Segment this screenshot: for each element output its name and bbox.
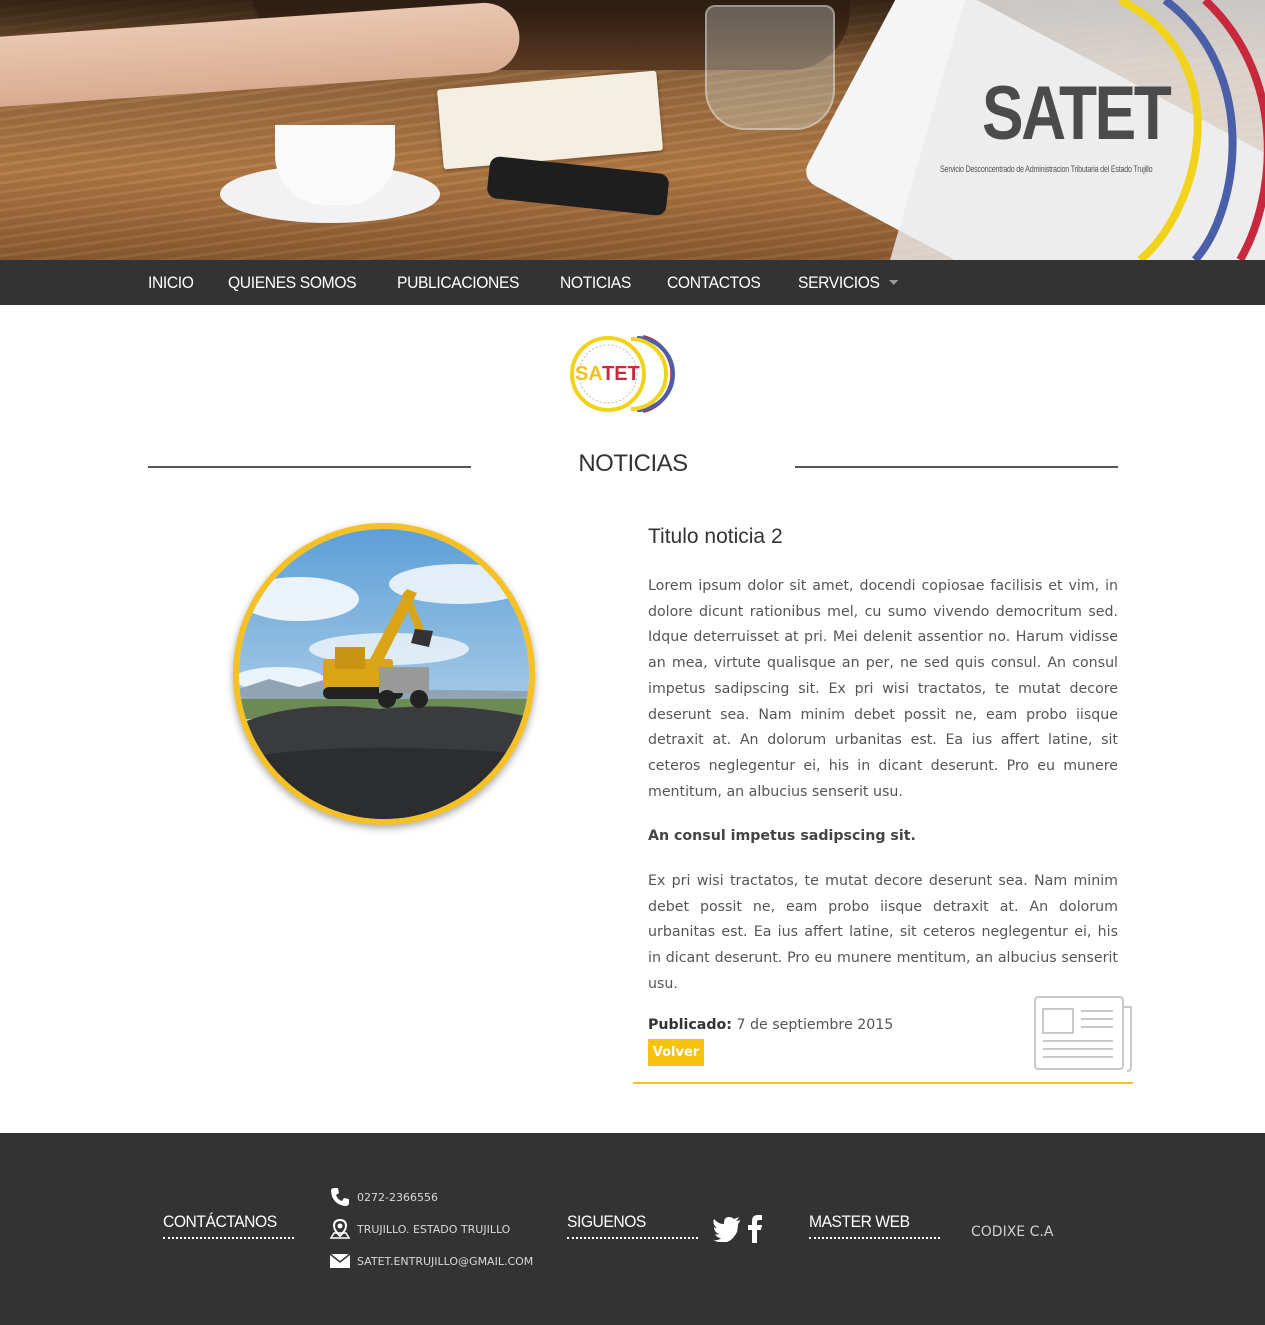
dropdown-caret-icon <box>889 280 899 285</box>
phone-icon <box>331 1188 349 1206</box>
twitter-icon[interactable] <box>713 1216 741 1242</box>
address-text: TRUJILLO. ESTADO TRUJILLO <box>357 1222 511 1236</box>
phone-number: 0272-2366556 <box>357 1190 438 1204</box>
footer-address: TRUJILLO. ESTADO TRUJILLO <box>329 1218 510 1240</box>
title-divider-right <box>795 466 1118 468</box>
footer-divider <box>163 1237 294 1239</box>
footer-phone[interactable]: 0272-2366556 <box>329 1186 438 1208</box>
nav-item-publicaciones[interactable]: PUBLICACIONES <box>397 260 519 305</box>
footer-divider <box>567 1237 698 1239</box>
main-nav: INICIO QUIENES SOMOS PUBLICACIONES NOTIC… <box>0 260 1265 305</box>
news-paragraph-1: Lorem ipsum dolor sit amet, docendi copi… <box>648 578 1118 800</box>
nav-label: NOTICIAS <box>559 273 631 292</box>
news-subheading: An consul impetus sadipscing sit. <box>648 828 916 845</box>
seal-text-sa: SA <box>575 363 603 385</box>
seal-text-tet: TET <box>602 363 640 385</box>
footer-master-title: MASTER WEB <box>809 1212 910 1231</box>
nav-label: SERVICIOS <box>798 273 880 292</box>
master-web-name[interactable]: CODIXE C.A <box>971 1224 1053 1240</box>
brand-subtitle: Servicio Desconcentrado de Administracio… <box>940 164 1153 174</box>
section-title: NOTICIAS <box>578 450 688 477</box>
nav-item-inicio[interactable]: INICIO <box>148 260 194 305</box>
published-label: Publicado: <box>648 1016 732 1033</box>
news-image <box>233 523 535 825</box>
nav-label: QUIENES SOMOS <box>227 273 357 292</box>
nav-item-quienes-somos[interactable]: QUIENES SOMOS <box>227 260 357 305</box>
news-paragraph-2: Ex pri wisi tractatos, te mutat decore d… <box>648 873 1118 992</box>
news-title: Titulo noticia 2 <box>648 525 783 548</box>
brand-name: SATET <box>982 71 1172 156</box>
newspaper-icon <box>1034 996 1132 1072</box>
nav-item-servicios[interactable]: SERVICIOS <box>798 260 899 305</box>
footer-follow-title: SIGUENOS <box>567 1212 646 1231</box>
nav-label: INICIO <box>148 273 194 292</box>
nav-label: CONTACTOS <box>666 273 761 292</box>
article-divider <box>633 1082 1133 1084</box>
nav-item-noticias[interactable]: NOTICIAS <box>560 260 631 305</box>
news-article: Titulo noticia 2 Lorem ipsum dolor sit a… <box>648 525 1118 1033</box>
social-links <box>713 1215 763 1243</box>
hero-banner: SATET Servicio Desconcentrado de Adminis… <box>0 0 1265 260</box>
nav-label: PUBLICACIONES <box>396 273 519 292</box>
footer-divider <box>809 1237 940 1239</box>
footer-contact-title: CONTÁCTANOS <box>163 1212 277 1231</box>
nav-item-contactos[interactable]: CONTACTOS <box>666 260 761 305</box>
published-date: 7 de septiembre 2015 <box>736 1016 894 1033</box>
footer-email[interactable]: SATET.ENTRUJILLO@GMAIL.COM <box>329 1250 533 1272</box>
section-header: NOTICIAS <box>148 448 1118 484</box>
email-text: SATET.ENTRUJILLO@GMAIL.COM <box>357 1254 534 1268</box>
map-pin-icon <box>329 1218 351 1239</box>
back-button[interactable]: Volver <box>648 1039 704 1066</box>
facebook-icon[interactable] <box>747 1215 763 1243</box>
envelope-icon <box>329 1253 351 1268</box>
satet-seal-logo: SA TET <box>570 335 675 413</box>
